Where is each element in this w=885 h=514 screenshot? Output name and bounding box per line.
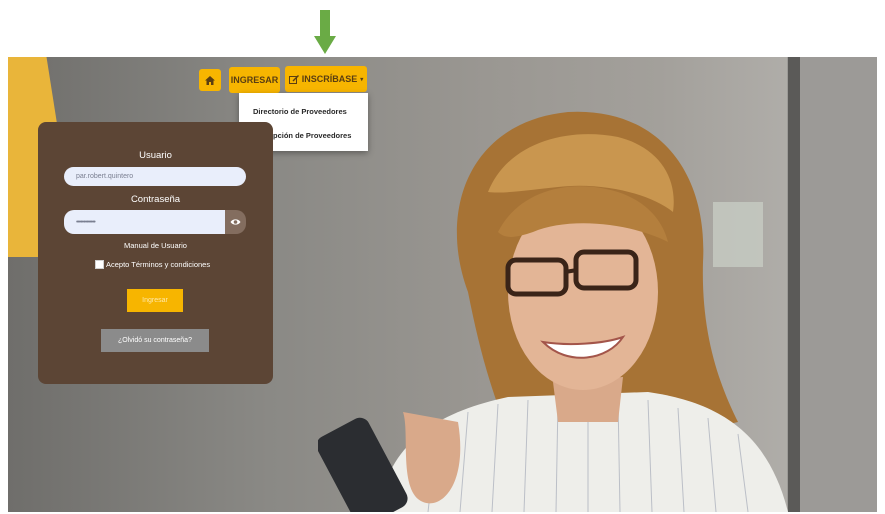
edit-icon [288,74,299,84]
login-card: Usuario par.robert.quintero Contraseña •… [38,122,273,384]
password-input[interactable]: ••••••••••••• [64,210,226,234]
hero-photo-woman-with-phone [318,111,788,512]
eye-icon [230,219,241,225]
usuario-value: par.robert.quintero [76,173,134,180]
ingresar-button-label: Ingresar [142,297,168,304]
inscribase-label: INSCRÍBASE [301,74,358,84]
home-icon [205,75,215,85]
password-value: ••••••••••••• [76,218,96,226]
menu-item-directorio-proveedores[interactable]: Directorio de Proveedores [253,107,347,116]
password-label: Contraseña [130,194,181,205]
terms-checkbox[interactable] [95,260,104,269]
usuario-input[interactable]: par.robert.quintero [64,167,246,186]
home-button[interactable] [199,69,221,91]
ingresar-button[interactable]: Ingresar [127,289,183,312]
caret-down-icon: ▾ [360,76,364,83]
ingresar-nav-button[interactable]: INGRESAR [229,67,280,93]
down-arrow-icon [314,10,336,54]
manual-usuario-link[interactable]: Manual de Usuario [38,241,273,250]
forgot-password-label: ¿Olvidó su contraseña? [118,337,192,344]
inscribase-dropdown-button[interactable]: INSCRÍBASE ▾ [285,66,367,92]
toggle-password-button[interactable] [225,210,246,234]
forgot-password-button[interactable]: ¿Olvidó su contraseña? [101,329,209,352]
terms-label: Acepto Términos y condiciones [106,260,211,269]
usuario-label: Usuario [139,150,172,161]
ingresar-nav-label: INGRESAR [230,75,279,85]
